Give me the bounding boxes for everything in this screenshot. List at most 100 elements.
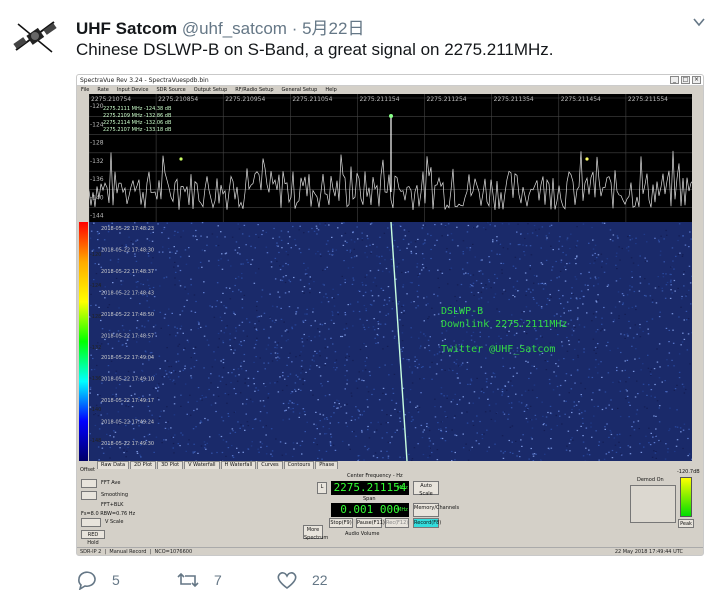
waterfall-time-label: 2018-05-22 17:48:57 bbox=[101, 334, 154, 340]
tweet-date[interactable]: 5月22日 bbox=[302, 19, 364, 38]
freq-axis-label: 2275.211254 bbox=[427, 96, 467, 103]
span-label: Span bbox=[363, 496, 376, 502]
waterfall-time-label: 2018-05-22 17:48:43 bbox=[101, 291, 154, 297]
waterfall-db-label: -132 bbox=[90, 345, 101, 351]
annotation-line3: Twitter @UHF_Satcom bbox=[441, 344, 556, 355]
tab-v-waterfall[interactable]: V Waterfall bbox=[184, 461, 220, 469]
memory-channels-button[interactable]: Memory/Channels bbox=[413, 503, 459, 517]
tweet-header: UHF Satcom @uhf_satcom · 5月22日 bbox=[76, 14, 364, 39]
waterfall-time-label: 2018-05-22 17:49:30 bbox=[101, 441, 154, 447]
tab-phase[interactable]: Phase bbox=[315, 461, 339, 469]
waterfall-db-label: -140 bbox=[90, 407, 101, 413]
window-label: FFT+BLK bbox=[101, 502, 124, 508]
more-spectrum-button[interactable]: More Spectrum bbox=[303, 525, 328, 541]
rbw-label: Fs=8.0 RBW=0.76 Hz bbox=[81, 511, 136, 517]
fft-ave-input[interactable] bbox=[81, 479, 97, 488]
vscale-label: V Scale bbox=[105, 519, 124, 525]
retweet-count: 7 bbox=[214, 572, 222, 588]
center-frequency-label: Center Frequency - Hz bbox=[347, 473, 403, 479]
stop-button[interactable]: Stop(F9) bbox=[329, 518, 353, 528]
freq-axis-label: 2275.211354 bbox=[494, 96, 534, 103]
dot-separator: · bbox=[291, 19, 298, 38]
waterfall-time-label: 2018-05-22 17:48:30 bbox=[101, 248, 154, 254]
menu-item: SDR Source bbox=[156, 87, 186, 93]
waterfall-svg: 2018-05-22 17:48:23 2018-05-22 17:48:30 20… bbox=[89, 222, 693, 461]
status-nco: NCO=1076600 bbox=[154, 549, 193, 555]
display-name[interactable]: UHF Satcom bbox=[76, 19, 177, 38]
db-axis-label: -124 bbox=[90, 121, 104, 128]
red-hold-button[interactable]: RED Hold bbox=[81, 530, 105, 546]
minimize-icon: _ bbox=[670, 76, 679, 84]
center-unit: MHz bbox=[397, 485, 408, 491]
tab-raw-data[interactable]: Raw Data bbox=[97, 461, 130, 469]
legend-line: 2275.2109 MHz -132.86 dB bbox=[103, 113, 172, 119]
right-scrollbar[interactable] bbox=[692, 94, 702, 461]
vscale-select[interactable] bbox=[81, 518, 101, 527]
peak-button[interactable]: Peak bbox=[678, 519, 694, 528]
pause-button[interactable]: Pause(F11) bbox=[356, 518, 385, 528]
tweet-actions: 5 7 22 bbox=[76, 570, 476, 594]
tab-2d-plot[interactable]: 2D Plot bbox=[130, 461, 157, 469]
app-window-title: SpectraVue Rev 3.24 - SpectraVuespdb.bin bbox=[80, 77, 209, 84]
reply-action[interactable]: 5 bbox=[76, 570, 120, 590]
menu-item: File bbox=[81, 87, 90, 93]
menu-item: Help bbox=[325, 87, 337, 93]
tweet-media-screenshot[interactable]: SpectraVue Rev 3.24 - SpectraVuespdb.bin… bbox=[76, 74, 704, 556]
view-tabs: Raw Data 2D Plot 3D Plot V Waterfall H W… bbox=[97, 461, 339, 469]
demod-checkbox-label[interactable]: Demod On bbox=[637, 477, 664, 483]
level-meter bbox=[680, 477, 692, 517]
reply-icon bbox=[78, 571, 96, 590]
fft-ave-label: FFT Ave bbox=[101, 480, 121, 486]
db-axis-label: -132 bbox=[90, 158, 104, 165]
app-menubar: File Rate Input Device SDR Source Output… bbox=[77, 86, 703, 94]
waterfall-db-label: -120 bbox=[90, 252, 101, 258]
waterfall-time-label: 2018-05-22 17:49:17 bbox=[101, 398, 154, 404]
db-axis-label: -128 bbox=[90, 140, 104, 147]
menu-item: Input Device bbox=[116, 87, 149, 93]
tab-h-waterfall[interactable]: H Waterfall bbox=[220, 461, 257, 469]
freq-axis-label: 2275.211154 bbox=[359, 96, 399, 103]
waterfall-time-label: 2018-05-22 17:49:24 bbox=[101, 420, 154, 426]
legend-line: 2275.2111 MHz -124.38 dB bbox=[103, 106, 172, 112]
app-statusbar: SDR-IP 2 | Manual Record | NCO=1076600 2… bbox=[77, 547, 703, 555]
tweet-text: Chinese DSLWP-B on S-Band, a great signa… bbox=[76, 40, 554, 59]
maximize-icon: □ bbox=[681, 76, 690, 84]
freq-axis-label: 2275.210854 bbox=[158, 96, 198, 103]
db-axis-label: -120 bbox=[90, 103, 104, 110]
user-handle[interactable]: @uhf_satcom bbox=[182, 19, 287, 38]
app-titlebar: SpectraVue Rev 3.24 - SpectraVuespdb.bin… bbox=[77, 75, 703, 86]
demod-mode-panel bbox=[630, 485, 676, 523]
smoothing-input[interactable] bbox=[81, 491, 97, 500]
waterfall-time-label: 2018-05-22 17:49:04 bbox=[101, 355, 154, 361]
like-action[interactable]: 22 bbox=[276, 570, 328, 590]
auto-scale-button[interactable]: Auto Scale bbox=[413, 481, 439, 497]
spectrum-svg: 2275.210754 2275.210854 2275.210954 2275.21… bbox=[89, 94, 693, 222]
tab-curves[interactable]: Curves bbox=[257, 461, 283, 469]
legend-line: 2275.2114 MHz -132.06 dB bbox=[103, 120, 172, 126]
record-button[interactable]: Record(F8) bbox=[413, 518, 441, 528]
retweet-action[interactable]: 7 bbox=[176, 570, 222, 590]
db-axis-label: -144 bbox=[90, 213, 104, 220]
tab-3d-plot[interactable]: 3D Plot bbox=[157, 461, 184, 469]
rec-button[interactable]: Rec(F12) bbox=[385, 518, 409, 528]
tab-contours[interactable]: Contours bbox=[283, 461, 315, 469]
waterfall-time-label: 2018-05-22 17:48:50 bbox=[101, 312, 154, 318]
status-datetime: 22 May 2018 17:49:44 UTC bbox=[614, 549, 683, 555]
waterfall-plot: 2018-05-22 17:48:23 2018-05-22 17:48:30 20… bbox=[89, 222, 693, 461]
chevron-down-icon[interactable] bbox=[692, 16, 706, 28]
waterfall-db-label: -136 bbox=[90, 376, 101, 382]
avatar[interactable] bbox=[8, 10, 62, 64]
waterfall-time-label: 2018-05-22 17:48:37 bbox=[101, 269, 154, 275]
color-scale-bar bbox=[79, 222, 88, 461]
smoothing-label: Smoothing bbox=[101, 492, 129, 498]
freq-axis-label: 2275.211554 bbox=[628, 96, 668, 103]
menu-item: General Setup bbox=[281, 87, 318, 93]
db-axis-label: -136 bbox=[90, 176, 104, 183]
retweet-icon bbox=[177, 572, 199, 588]
status-record-mode: Manual Record bbox=[109, 549, 147, 555]
freq-axis-label: 2275.211454 bbox=[561, 96, 601, 103]
freq-step-button[interactable]: L bbox=[317, 482, 327, 494]
waterfall-time-label: 2018-05-22 17:48:23 bbox=[101, 226, 154, 232]
reply-count: 5 bbox=[112, 572, 120, 588]
tweet: UHF Satcom @uhf_satcom · 5月22日 Chinese D… bbox=[0, 0, 718, 606]
